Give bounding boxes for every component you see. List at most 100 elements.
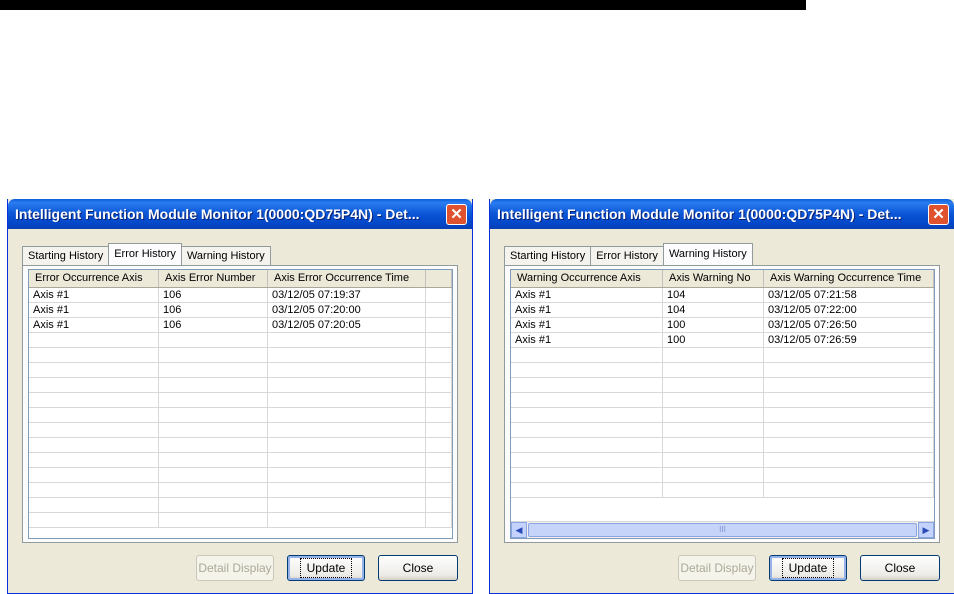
table-cell — [268, 363, 426, 377]
table-row[interactable] — [29, 393, 452, 408]
column-header[interactable]: Axis Error Number — [159, 270, 268, 287]
tab-warning-history[interactable]: Warning History — [180, 246, 271, 265]
table-row[interactable]: Axis #1 106 03/12/05 07:20:05 — [29, 318, 452, 333]
tab-starting-history[interactable]: Starting History — [504, 246, 592, 265]
table-row[interactable] — [511, 423, 934, 438]
close-button[interactable]: Close — [378, 555, 458, 581]
table-cell — [511, 483, 663, 497]
table-row[interactable] — [511, 483, 934, 498]
column-header[interactable]: Axis Warning No — [663, 270, 764, 287]
tab-error-history[interactable]: Error History — [590, 246, 664, 265]
update-label: Update — [781, 558, 835, 578]
table-cell: 104 — [663, 288, 764, 302]
table-row[interactable] — [511, 378, 934, 393]
table-row[interactable]: Axis #1 104 03/12/05 07:22:00 — [511, 303, 934, 318]
table-row[interactable] — [511, 393, 934, 408]
button-bar: Detail Display Update Close — [196, 555, 458, 581]
table-row[interactable] — [511, 438, 934, 453]
column-header[interactable]: Axis Warning Occurrence Time — [764, 270, 934, 287]
table-cell — [426, 348, 452, 362]
table-cell: 106 — [159, 303, 268, 317]
scroll-right-icon[interactable]: ▶ — [918, 522, 934, 538]
table-cell — [663, 363, 764, 377]
horizontal-scrollbar[interactable]: ◀ III ▶ — [511, 521, 934, 538]
table-cell — [426, 468, 452, 482]
table-cell — [663, 348, 764, 362]
tab-strip: Starting History Error History Warning H… — [504, 243, 753, 265]
table-row[interactable]: Axis #1 106 03/12/05 07:19:37 — [29, 288, 452, 303]
column-header[interactable] — [426, 270, 452, 287]
table-row[interactable]: Axis #1 104 03/12/05 07:21:58 — [511, 288, 934, 303]
detail-display-button[interactable]: Detail Display — [678, 555, 756, 581]
table-cell: Axis #1 — [511, 303, 663, 317]
detail-display-label: Detail Display — [198, 561, 272, 575]
table-row[interactable]: Axis #1 106 03/12/05 07:20:00 — [29, 303, 452, 318]
table-cell — [511, 438, 663, 452]
scroll-left-icon[interactable]: ◀ — [511, 522, 527, 538]
dialog-warning-history: Intelligent Function Module Monitor 1(00… — [489, 199, 954, 594]
table-cell — [511, 363, 663, 377]
table-row[interactable] — [29, 378, 452, 393]
table-cell: 100 — [663, 333, 764, 347]
table-cell: Axis #1 — [511, 333, 663, 347]
table-cell: 03/12/05 07:22:00 — [764, 303, 934, 317]
close-label: Close — [884, 561, 916, 575]
tab-error-history[interactable]: Error History — [108, 243, 182, 265]
table-row[interactable] — [511, 408, 934, 423]
table-cell — [29, 378, 159, 392]
table-row[interactable] — [29, 363, 452, 378]
table-cell — [764, 408, 934, 422]
tab-strip: Starting History Error History Warning H… — [22, 243, 271, 265]
table-cell — [663, 453, 764, 467]
detail-display-button[interactable]: Detail Display — [196, 555, 274, 581]
table-cell: 03/12/05 07:26:59 — [764, 333, 934, 347]
table-row[interactable] — [29, 483, 452, 498]
table-row[interactable] — [29, 348, 452, 363]
table-row[interactable]: Axis #1 100 03/12/05 07:26:50 — [511, 318, 934, 333]
table-cell: 106 — [159, 318, 268, 332]
update-button[interactable]: Update — [287, 555, 365, 581]
column-header[interactable]: Warning Occurrence Axis — [511, 270, 663, 287]
table-cell: 03/12/05 07:26:50 — [764, 318, 934, 332]
scroll-thumb[interactable]: III — [528, 523, 917, 537]
update-label: Update — [299, 558, 353, 578]
table-row[interactable] — [511, 363, 934, 378]
table-cell — [268, 498, 426, 512]
table-row[interactable] — [29, 438, 452, 453]
list-rows: Axis #1 106 03/12/05 07:19:37 Axis #1 106 03/… — [29, 288, 452, 528]
table-row[interactable] — [511, 468, 934, 483]
table-cell — [426, 318, 452, 332]
column-header[interactable]: Axis Error Occurrence Time — [268, 270, 426, 287]
table-cell — [29, 453, 159, 467]
table-cell — [159, 438, 268, 452]
history-list[interactable]: Warning Occurrence Axis Axis Warning No … — [510, 269, 935, 539]
table-cell — [764, 438, 934, 452]
table-row[interactable] — [29, 333, 452, 348]
history-list[interactable]: Error Occurrence Axis Axis Error Number … — [28, 269, 453, 539]
tab-warning-history[interactable]: Warning History — [662, 243, 753, 265]
table-row[interactable] — [511, 453, 934, 468]
table-row[interactable] — [511, 348, 934, 363]
close-button[interactable]: Close — [860, 555, 940, 581]
tab-starting-history[interactable]: Starting History — [22, 246, 110, 265]
table-row[interactable] — [29, 498, 452, 513]
table-row[interactable] — [29, 453, 452, 468]
table-cell — [764, 468, 934, 482]
table-cell: Axis #1 — [29, 288, 159, 302]
table-cell — [29, 483, 159, 497]
table-row[interactable]: Axis #1 100 03/12/05 07:26:59 — [511, 333, 934, 348]
title-bar[interactable]: Intelligent Function Module Monitor 1(00… — [8, 199, 472, 229]
title-bar[interactable]: Intelligent Function Module Monitor 1(00… — [490, 199, 954, 229]
close-icon[interactable]: ✕ — [928, 203, 949, 225]
table-row[interactable] — [29, 423, 452, 438]
table-cell — [764, 483, 934, 497]
list-header: Warning Occurrence Axis Axis Warning No … — [511, 270, 934, 288]
column-header[interactable]: Error Occurrence Axis — [29, 270, 159, 287]
update-button[interactable]: Update — [769, 555, 847, 581]
table-row[interactable] — [29, 513, 452, 528]
close-icon[interactable]: ✕ — [446, 203, 467, 225]
table-row[interactable] — [29, 408, 452, 423]
table-cell — [663, 483, 764, 497]
table-row[interactable] — [29, 468, 452, 483]
table-cell — [159, 378, 268, 392]
